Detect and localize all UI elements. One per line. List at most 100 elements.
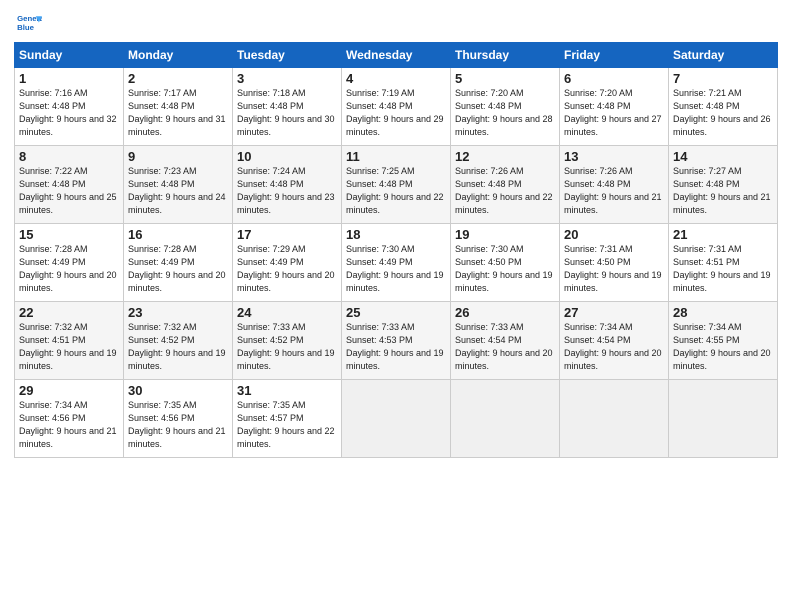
day-number: 1 (19, 71, 119, 86)
day-number: 18 (346, 227, 446, 242)
day-cell: 19Sunrise: 7:30 AMSunset: 4:50 PMDayligh… (451, 224, 560, 302)
day-cell: 22Sunrise: 7:32 AMSunset: 4:51 PMDayligh… (15, 302, 124, 380)
day-number: 7 (673, 71, 773, 86)
day-cell (342, 380, 451, 458)
week-row-5: 29Sunrise: 7:34 AMSunset: 4:56 PMDayligh… (15, 380, 778, 458)
day-number: 17 (237, 227, 337, 242)
day-number: 8 (19, 149, 119, 164)
logo: General Blue (14, 10, 46, 38)
day-number: 28 (673, 305, 773, 320)
day-cell: 8Sunrise: 7:22 AMSunset: 4:48 PMDaylight… (15, 146, 124, 224)
header-cell-tuesday: Tuesday (233, 43, 342, 68)
day-number: 9 (128, 149, 228, 164)
day-cell: 26Sunrise: 7:33 AMSunset: 4:54 PMDayligh… (451, 302, 560, 380)
day-cell: 18Sunrise: 7:30 AMSunset: 4:49 PMDayligh… (342, 224, 451, 302)
day-info: Sunrise: 7:30 AMSunset: 4:49 PMDaylight:… (346, 243, 446, 295)
day-info: Sunrise: 7:35 AMSunset: 4:57 PMDaylight:… (237, 399, 337, 451)
day-info: Sunrise: 7:26 AMSunset: 4:48 PMDaylight:… (564, 165, 664, 217)
day-number: 2 (128, 71, 228, 86)
day-number: 5 (455, 71, 555, 86)
day-number: 24 (237, 305, 337, 320)
day-cell: 20Sunrise: 7:31 AMSunset: 4:50 PMDayligh… (560, 224, 669, 302)
day-cell: 9Sunrise: 7:23 AMSunset: 4:48 PMDaylight… (124, 146, 233, 224)
day-info: Sunrise: 7:31 AMSunset: 4:51 PMDaylight:… (673, 243, 773, 295)
day-info: Sunrise: 7:32 AMSunset: 4:51 PMDaylight:… (19, 321, 119, 373)
day-info: Sunrise: 7:35 AMSunset: 4:56 PMDaylight:… (128, 399, 228, 451)
day-number: 14 (673, 149, 773, 164)
day-number: 11 (346, 149, 446, 164)
day-info: Sunrise: 7:18 AMSunset: 4:48 PMDaylight:… (237, 87, 337, 139)
day-number: 12 (455, 149, 555, 164)
day-cell: 15Sunrise: 7:28 AMSunset: 4:49 PMDayligh… (15, 224, 124, 302)
day-info: Sunrise: 7:22 AMSunset: 4:48 PMDaylight:… (19, 165, 119, 217)
day-number: 29 (19, 383, 119, 398)
day-number: 3 (237, 71, 337, 86)
day-info: Sunrise: 7:34 AMSunset: 4:55 PMDaylight:… (673, 321, 773, 373)
day-info: Sunrise: 7:24 AMSunset: 4:48 PMDaylight:… (237, 165, 337, 217)
day-info: Sunrise: 7:21 AMSunset: 4:48 PMDaylight:… (673, 87, 773, 139)
day-cell: 10Sunrise: 7:24 AMSunset: 4:48 PMDayligh… (233, 146, 342, 224)
day-cell: 3Sunrise: 7:18 AMSunset: 4:48 PMDaylight… (233, 68, 342, 146)
day-cell: 11Sunrise: 7:25 AMSunset: 4:48 PMDayligh… (342, 146, 451, 224)
day-info: Sunrise: 7:25 AMSunset: 4:48 PMDaylight:… (346, 165, 446, 217)
day-number: 13 (564, 149, 664, 164)
day-info: Sunrise: 7:34 AMSunset: 4:56 PMDaylight:… (19, 399, 119, 451)
day-cell (669, 380, 778, 458)
day-info: Sunrise: 7:19 AMSunset: 4:48 PMDaylight:… (346, 87, 446, 139)
day-cell: 17Sunrise: 7:29 AMSunset: 4:49 PMDayligh… (233, 224, 342, 302)
day-cell: 30Sunrise: 7:35 AMSunset: 4:56 PMDayligh… (124, 380, 233, 458)
day-number: 22 (19, 305, 119, 320)
day-number: 16 (128, 227, 228, 242)
day-info: Sunrise: 7:33 AMSunset: 4:52 PMDaylight:… (237, 321, 337, 373)
week-row-2: 8Sunrise: 7:22 AMSunset: 4:48 PMDaylight… (15, 146, 778, 224)
day-info: Sunrise: 7:32 AMSunset: 4:52 PMDaylight:… (128, 321, 228, 373)
day-cell: 6Sunrise: 7:20 AMSunset: 4:48 PMDaylight… (560, 68, 669, 146)
header-cell-wednesday: Wednesday (342, 43, 451, 68)
day-info: Sunrise: 7:29 AMSunset: 4:49 PMDaylight:… (237, 243, 337, 295)
day-cell: 2Sunrise: 7:17 AMSunset: 4:48 PMDaylight… (124, 68, 233, 146)
day-cell: 29Sunrise: 7:34 AMSunset: 4:56 PMDayligh… (15, 380, 124, 458)
day-number: 6 (564, 71, 664, 86)
day-info: Sunrise: 7:27 AMSunset: 4:48 PMDaylight:… (673, 165, 773, 217)
week-row-1: 1Sunrise: 7:16 AMSunset: 4:48 PMDaylight… (15, 68, 778, 146)
day-number: 25 (346, 305, 446, 320)
day-info: Sunrise: 7:33 AMSunset: 4:54 PMDaylight:… (455, 321, 555, 373)
day-cell: 14Sunrise: 7:27 AMSunset: 4:48 PMDayligh… (669, 146, 778, 224)
day-number: 23 (128, 305, 228, 320)
day-number: 15 (19, 227, 119, 242)
day-info: Sunrise: 7:33 AMSunset: 4:53 PMDaylight:… (346, 321, 446, 373)
day-cell: 27Sunrise: 7:34 AMSunset: 4:54 PMDayligh… (560, 302, 669, 380)
svg-text:Blue: Blue (17, 23, 35, 32)
day-cell: 31Sunrise: 7:35 AMSunset: 4:57 PMDayligh… (233, 380, 342, 458)
day-info: Sunrise: 7:17 AMSunset: 4:48 PMDaylight:… (128, 87, 228, 139)
day-cell: 5Sunrise: 7:20 AMSunset: 4:48 PMDaylight… (451, 68, 560, 146)
day-number: 4 (346, 71, 446, 86)
day-info: Sunrise: 7:20 AMSunset: 4:48 PMDaylight:… (564, 87, 664, 139)
day-cell: 25Sunrise: 7:33 AMSunset: 4:53 PMDayligh… (342, 302, 451, 380)
day-cell: 23Sunrise: 7:32 AMSunset: 4:52 PMDayligh… (124, 302, 233, 380)
day-cell: 16Sunrise: 7:28 AMSunset: 4:49 PMDayligh… (124, 224, 233, 302)
day-cell: 4Sunrise: 7:19 AMSunset: 4:48 PMDaylight… (342, 68, 451, 146)
header-cell-sunday: Sunday (15, 43, 124, 68)
day-info: Sunrise: 7:30 AMSunset: 4:50 PMDaylight:… (455, 243, 555, 295)
day-number: 30 (128, 383, 228, 398)
day-number: 21 (673, 227, 773, 242)
page-container: General Blue SundayMondayTuesdayWednesda… (0, 0, 792, 464)
week-row-4: 22Sunrise: 7:32 AMSunset: 4:51 PMDayligh… (15, 302, 778, 380)
day-info: Sunrise: 7:26 AMSunset: 4:48 PMDaylight:… (455, 165, 555, 217)
day-cell: 24Sunrise: 7:33 AMSunset: 4:52 PMDayligh… (233, 302, 342, 380)
header: General Blue (14, 10, 778, 38)
logo-icon: General Blue (14, 10, 42, 38)
day-number: 10 (237, 149, 337, 164)
day-info: Sunrise: 7:28 AMSunset: 4:49 PMDaylight:… (19, 243, 119, 295)
week-row-3: 15Sunrise: 7:28 AMSunset: 4:49 PMDayligh… (15, 224, 778, 302)
day-cell: 12Sunrise: 7:26 AMSunset: 4:48 PMDayligh… (451, 146, 560, 224)
day-info: Sunrise: 7:23 AMSunset: 4:48 PMDaylight:… (128, 165, 228, 217)
header-cell-thursday: Thursday (451, 43, 560, 68)
day-number: 19 (455, 227, 555, 242)
day-cell: 21Sunrise: 7:31 AMSunset: 4:51 PMDayligh… (669, 224, 778, 302)
calendar-table: SundayMondayTuesdayWednesdayThursdayFrid… (14, 42, 778, 458)
day-number: 26 (455, 305, 555, 320)
day-cell: 28Sunrise: 7:34 AMSunset: 4:55 PMDayligh… (669, 302, 778, 380)
day-info: Sunrise: 7:34 AMSunset: 4:54 PMDaylight:… (564, 321, 664, 373)
